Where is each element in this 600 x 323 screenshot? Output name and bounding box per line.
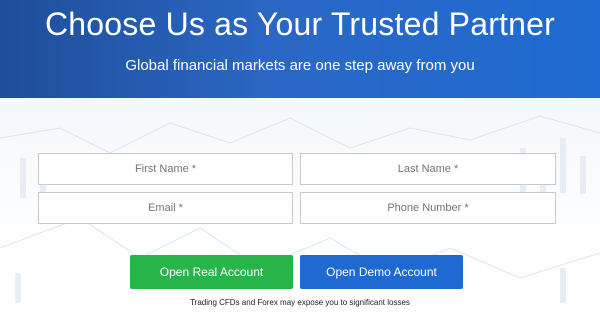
last-name-input[interactable] [300, 153, 556, 185]
risk-disclaimer: Trading CFDs and Forex may expose you to… [190, 298, 410, 307]
page-subtitle: Global financial markets are one step aw… [125, 57, 475, 74]
email-input[interactable] [38, 192, 293, 224]
open-demo-account-button[interactable]: Open Demo Account [300, 255, 463, 289]
page-title: Choose Us as Your Trusted Partner [45, 6, 555, 42]
phone-number-input[interactable] [300, 192, 556, 224]
first-name-input[interactable] [38, 153, 293, 185]
open-real-account-button[interactable]: Open Real Account [130, 255, 293, 289]
hero-banner: Choose Us as Your Trusted Partner Global… [0, 0, 600, 98]
